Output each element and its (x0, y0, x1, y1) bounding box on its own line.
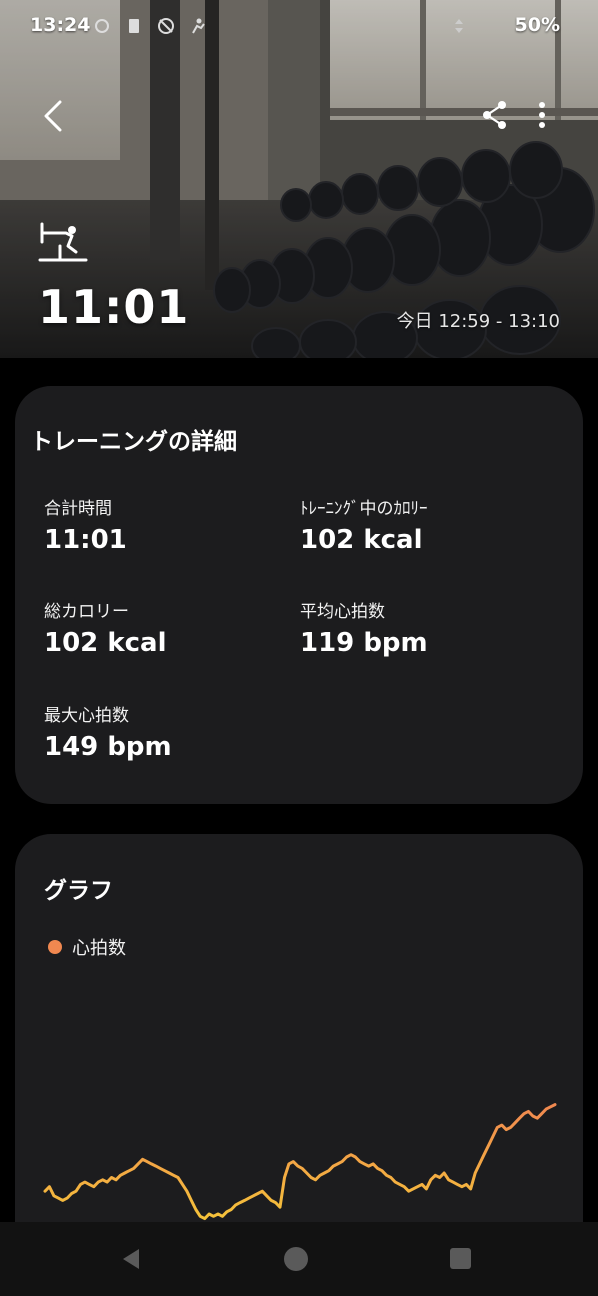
workout-hero: 13:24 50% 11:01 今日 12:59 - 13:10 (0, 0, 598, 358)
metric-value: 11:01 (44, 525, 127, 555)
graph-title: グラフ (44, 878, 113, 904)
metric-avg-heart-rate: 平均心拍数 119 bpm (300, 597, 550, 658)
metric-max-heart-rate: 最大心拍数 149 bpm (44, 701, 294, 762)
no-signal-icon (156, 16, 176, 36)
metric-value: 102 kcal (300, 525, 423, 555)
workout-detail-screen: 13:24 50% 11:01 今日 12:59 - 13:10 トレーニングの… (0, 0, 598, 1296)
legend-label: 心拍数 (72, 938, 126, 959)
heart-rate-chart (43, 1103, 557, 1221)
activity-icon (188, 16, 208, 36)
system-navigation-bar (0, 1222, 598, 1296)
nav-back-icon[interactable] (119, 1247, 143, 1271)
network-arrows-icon (454, 18, 464, 34)
more-options-icon[interactable] (530, 96, 554, 134)
workout-time-range: 今日 12:59 - 13:10 (396, 311, 560, 332)
metric-value: 119 bpm (300, 628, 428, 658)
rowing-machine-icon (38, 220, 88, 266)
metric-label: 平均心拍数 (300, 602, 385, 622)
back-button[interactable] (36, 96, 72, 136)
sync-icon (92, 16, 112, 36)
metric-label: 合計時間 (44, 499, 112, 519)
metric-training-calories: ﾄﾚｰﾆﾝｸﾞ中のｶﾛﾘｰ 102 kcal (300, 494, 550, 555)
heart-rate-series-line (43, 1103, 557, 1221)
sim-icon (124, 16, 144, 36)
metric-label: ﾄﾚｰﾆﾝｸﾞ中のｶﾛﾘｰ (300, 499, 428, 519)
workout-duration: 11:01 (38, 280, 190, 334)
legend-dot-icon (48, 940, 62, 954)
battery-level: 50% (514, 14, 560, 36)
metric-total-time: 合計時間 11:01 (44, 494, 294, 555)
nav-recent-apps-icon[interactable] (450, 1248, 471, 1269)
chart-legend: 心拍数 (48, 934, 126, 960)
metric-label: 総カロリー (44, 602, 129, 622)
metric-total-calories: 総カロリー 102 kcal (44, 597, 294, 658)
metric-label: 最大心拍数 (44, 706, 129, 726)
status-icons (92, 14, 208, 38)
status-time: 13:24 (30, 14, 91, 36)
nav-home-icon[interactable] (284, 1247, 308, 1271)
metric-value: 149 bpm (44, 732, 172, 762)
status-bar: 13:24 50% (0, 0, 598, 52)
share-icon[interactable] (478, 96, 512, 134)
metric-value: 102 kcal (44, 628, 167, 658)
details-title: トレーニングの詳細 (30, 429, 237, 455)
